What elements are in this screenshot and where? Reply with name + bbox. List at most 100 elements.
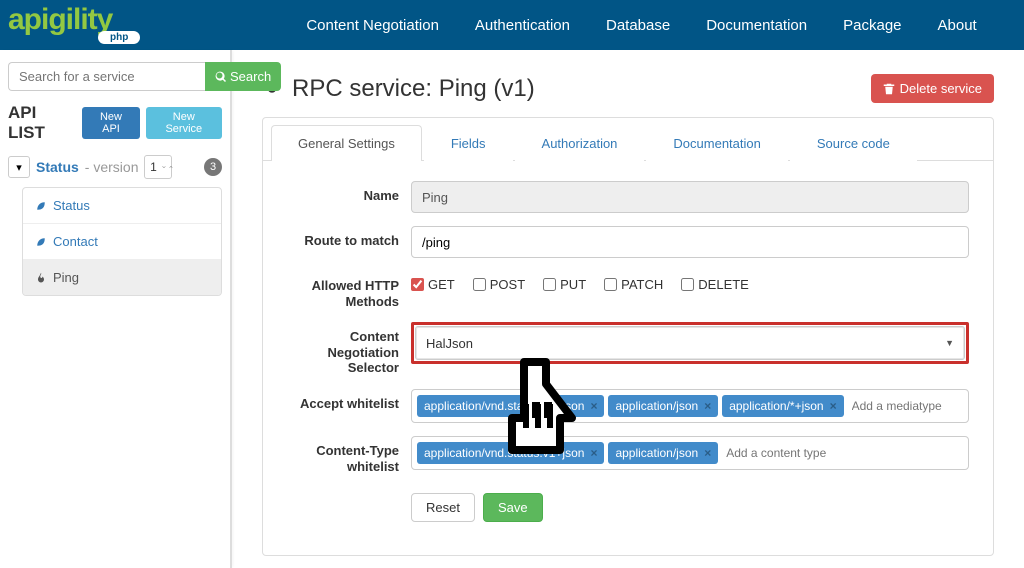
search-input[interactable] [8, 62, 205, 91]
chevron-down-icon: ▾ [16, 161, 22, 174]
method-label: DELETE [698, 277, 749, 292]
remove-tag-icon[interactable]: × [704, 399, 711, 413]
logo-text: apigility [8, 6, 112, 33]
tab-source-code[interactable]: Source code [790, 125, 917, 161]
media-type-tag: application/vnd.status.v1+json × [417, 395, 604, 417]
content-negotiation-select[interactable]: HalJson ▼ [415, 326, 965, 360]
remove-tag-icon[interactable]: × [704, 446, 711, 460]
name-label: Name [287, 181, 411, 204]
tab-fields[interactable]: Fields [424, 125, 513, 161]
page-title: RPC service: Ping (v1) [292, 75, 535, 103]
reset-button[interactable]: Reset [411, 493, 475, 522]
new-api-button[interactable]: New API [82, 107, 139, 139]
method-delete[interactable]: DELETE [681, 277, 749, 292]
accept-label: Accept whitelist [287, 389, 411, 412]
tab-documentation[interactable]: Documentation [646, 125, 787, 161]
name-field[interactable] [411, 181, 969, 213]
leaf-icon [35, 200, 47, 212]
top-nav-bar: apigility php Content NegotiationAuthent… [0, 0, 1024, 50]
chevron-down-icon: ▼ [945, 338, 954, 348]
method-patch[interactable]: PATCH [604, 277, 663, 292]
tab-body: Name Route to match Allowed HTTP Methods… [263, 161, 993, 555]
nav-link-documentation[interactable]: Documentation [690, 2, 823, 49]
media-type-tag: application/json × [608, 395, 718, 417]
new-service-button[interactable]: New Service [146, 107, 222, 139]
sidebar-item-status[interactable]: Status [23, 188, 221, 224]
cn-select-value: HalJson [426, 336, 473, 351]
service-count-badge: 3 [204, 158, 222, 176]
trash-icon [883, 83, 895, 95]
content-type-whitelist-input[interactable]: application/vnd.status.v1+json×applicati… [411, 436, 969, 470]
method-checkbox-get[interactable] [411, 278, 424, 291]
nav-link-about[interactable]: About [922, 2, 993, 49]
sidebar-item-label: Contact [53, 234, 98, 249]
save-button[interactable]: Save [483, 493, 543, 522]
sidebar-item-contact[interactable]: Contact [23, 224, 221, 260]
nav-link-content-negotiation[interactable]: Content Negotiation [290, 2, 455, 49]
sidebar-item-label: Status [53, 198, 90, 213]
page-header: RPC service: Ping (v1) Delete service [262, 74, 994, 103]
tag-label: application/json [615, 446, 698, 460]
search-row: Search [8, 62, 222, 91]
main-content: RPC service: Ping (v1) Delete service Ge… [232, 50, 1024, 568]
api-version-label: - version [85, 159, 139, 175]
method-label: POST [490, 277, 525, 292]
sidebar-item-label: Ping [53, 270, 79, 285]
add-tag-input[interactable] [722, 442, 963, 464]
cn-select-highlight: HalJson ▼ [411, 322, 969, 364]
search-button[interactable]: Search [205, 62, 281, 91]
method-label: GET [428, 277, 455, 292]
api-name[interactable]: Status [36, 159, 79, 175]
tag-label: application/json [615, 399, 698, 413]
tag-label: application/*+json [729, 399, 823, 413]
tag-label: application/vnd.status.v1+json [424, 399, 584, 413]
http-methods: GET POST PUT PATCH DELETE [411, 271, 969, 292]
remove-tag-icon[interactable]: × [590, 399, 597, 413]
service-list: Status Contact Ping [22, 187, 222, 296]
ct-label: Content-Type whitelist [287, 436, 411, 474]
methods-label: Allowed HTTP Methods [287, 271, 411, 309]
sidebar-item-ping[interactable]: Ping [23, 260, 221, 295]
add-tag-input[interactable] [848, 395, 963, 417]
media-type-tag: application/*+json × [722, 395, 843, 417]
media-type-tag: application/json × [608, 442, 718, 464]
route-field[interactable] [411, 226, 969, 258]
method-checkbox-delete[interactable] [681, 278, 694, 291]
search-button-label: Search [230, 69, 271, 84]
delete-service-label: Delete service [900, 81, 982, 96]
remove-tag-icon[interactable]: × [590, 446, 597, 460]
api-item-row: ▾ Status - version 1 3 [8, 153, 222, 181]
sidebar: Search API LIST New API New Service ▾ St… [0, 50, 232, 568]
delete-service-button[interactable]: Delete service [871, 74, 994, 103]
search-icon [215, 71, 227, 83]
tabs-row: General SettingsFieldsAuthorizationDocum… [263, 118, 993, 161]
settings-panel: General SettingsFieldsAuthorizationDocum… [262, 117, 994, 556]
nav-link-package[interactable]: Package [827, 2, 917, 49]
method-checkbox-put[interactable] [543, 278, 556, 291]
top-nav-links: Content NegotiationAuthenticationDatabas… [290, 2, 1004, 49]
remove-tag-icon[interactable]: × [830, 399, 837, 413]
method-checkbox-patch[interactable] [604, 278, 617, 291]
api-list-header: API LIST New API New Service [8, 103, 222, 143]
tab-general-settings[interactable]: General Settings [271, 125, 422, 161]
logo: apigility php [8, 6, 140, 44]
tab-authorization[interactable]: Authorization [515, 125, 645, 161]
version-stepper[interactable]: 1 [144, 155, 172, 179]
method-checkbox-post[interactable] [473, 278, 486, 291]
leaf-icon [35, 236, 47, 248]
nav-link-authentication[interactable]: Authentication [459, 2, 586, 49]
cn-label: Content Negotiation Selector [287, 322, 411, 376]
collapse-toggle[interactable]: ▾ [8, 156, 30, 178]
fire-icon [35, 272, 47, 284]
method-put[interactable]: PUT [543, 277, 586, 292]
tag-label: application/vnd.status.v1+json [424, 446, 584, 460]
logo-php-badge: php [98, 31, 140, 44]
method-label: PATCH [621, 277, 663, 292]
method-post[interactable]: POST [473, 277, 525, 292]
nav-link-database[interactable]: Database [590, 2, 686, 49]
method-get[interactable]: GET [411, 277, 455, 292]
method-label: PUT [560, 277, 586, 292]
media-type-tag: application/vnd.status.v1+json × [417, 442, 604, 464]
accept-whitelist-input[interactable]: application/vnd.status.v1+json×applicati… [411, 389, 969, 423]
api-list-title: API LIST [8, 103, 76, 143]
